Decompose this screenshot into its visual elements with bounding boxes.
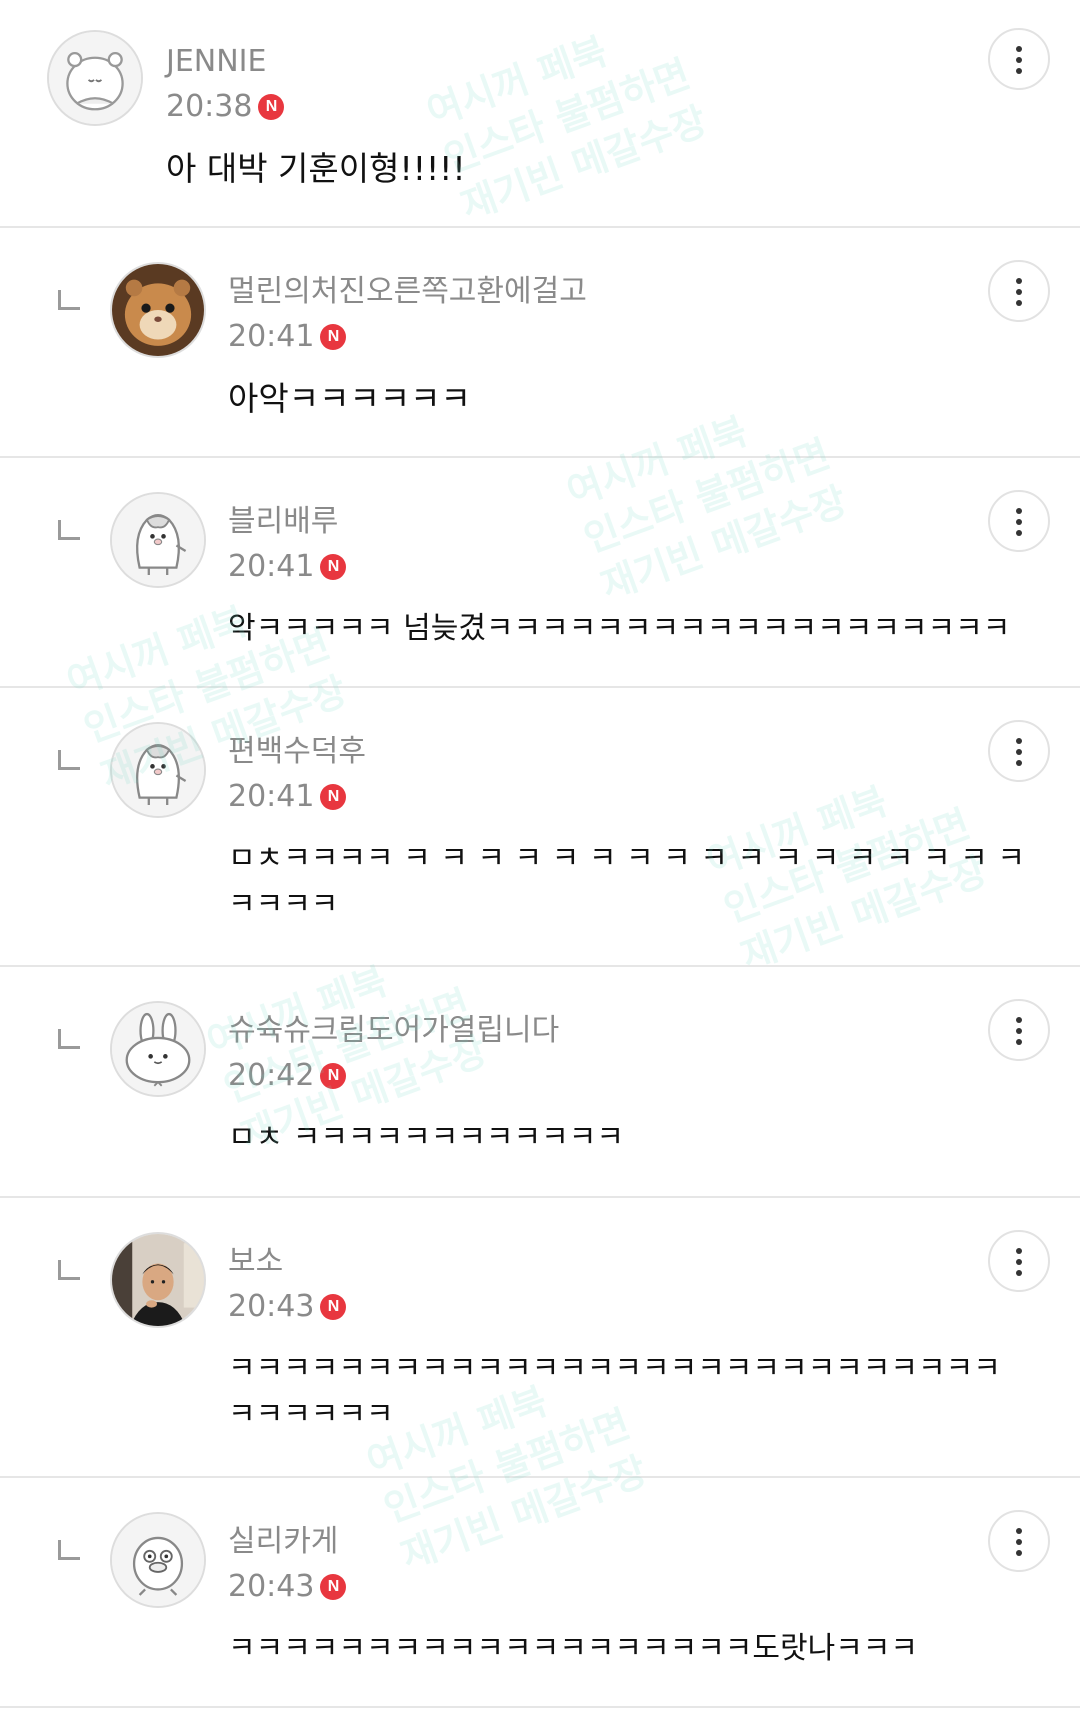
more-vertical-icon xyxy=(1016,738,1022,744)
more-options-button[interactable] xyxy=(988,999,1050,1061)
comment-nickname[interactable]: 슈슉슈크림도어가열립니다 xyxy=(228,1013,559,1049)
more-vertical-icon-dot xyxy=(1016,760,1022,766)
person-photo-avatar-icon xyxy=(112,1234,204,1326)
comment-time: 20:38 xyxy=(166,89,253,124)
more-vertical-icon-dot xyxy=(1016,749,1022,755)
comment-time: 20:42 xyxy=(228,1058,315,1093)
comment-time: 20:43 xyxy=(228,1569,315,1604)
more-options-button[interactable] xyxy=(988,28,1050,90)
comment-nickname[interactable]: 실리카게 xyxy=(228,1524,338,1560)
reply-arrow-icon xyxy=(58,750,80,770)
new-badge-icon: N xyxy=(320,554,347,580)
comment-text: ㅋㅋㅋㅋㅋㅋㅋㅋㅋㅋㅋㅋㅋㅋㅋㅋㅋㅋㅋㅋㅋㅋㅋㅋㅋㅋㅋㅋㅋㅋㅋㅋㅋㅋ xyxy=(228,1351,1001,1432)
comment-feed: JENNIE 20:38 N 아 대박 기훈이형!!!!! 멀린의처진오른쪽고환… xyxy=(0,0,1080,1713)
more-options-button[interactable] xyxy=(988,720,1050,782)
more-options-button[interactable] xyxy=(988,1510,1050,1572)
new-badge-icon: N xyxy=(320,324,347,350)
more-vertical-icon-dot xyxy=(1016,530,1022,536)
avatar[interactable] xyxy=(110,1001,206,1097)
avatar[interactable] xyxy=(110,1512,206,1608)
more-vertical-icon xyxy=(1016,508,1022,514)
reply-arrow-icon xyxy=(58,290,80,310)
comment-nickname[interactable]: 블리배루 xyxy=(228,504,338,540)
comment-meta: 20:38 N xyxy=(166,89,285,125)
penguin-avatar-icon xyxy=(112,724,204,816)
comment-text: 악ㅋㅋㅋㅋㅋ 넘늦겼ㅋㅋㅋㅋㅋㅋㅋㅋㅋㅋㅋㅋㅋㅋㅋㅋㅋㅋㅋ xyxy=(228,611,1011,646)
comment-item: JENNIE 20:38 N 아 대박 기훈이형!!!!! xyxy=(0,0,1080,227)
more-vertical-icon-dot xyxy=(1016,300,1022,306)
comment-meta: 20:42 N xyxy=(228,1058,347,1094)
comment-nickname[interactable]: JENNIE xyxy=(166,44,267,80)
duck-avatar-icon xyxy=(112,1514,204,1606)
more-vertical-icon-dot xyxy=(1016,1039,1022,1045)
comment-meta: 20:43 N xyxy=(228,1569,347,1605)
new-badge-icon: N xyxy=(320,1294,347,1320)
comment-item: 실리카게 20:43 N ㅋㅋㅋㅋㅋㅋㅋㅋㅋㅋㅋㅋㅋㅋㅋㅋㅋㅋㅋ도랏나ㅋㅋㅋ xyxy=(0,1478,1080,1707)
penguin-avatar-icon xyxy=(112,494,204,586)
more-vertical-icon-dot xyxy=(1016,289,1022,295)
reply-arrow-icon xyxy=(58,520,80,540)
reply-arrow-icon xyxy=(58,1029,80,1049)
comment-text: ㅋㅋㅋㅋㅋㅋㅋㅋㅋㅋㅋㅋㅋㅋㅋㅋㅋㅋㅋ도랏나ㅋㅋㅋ xyxy=(228,1631,918,1666)
more-vertical-icon xyxy=(1016,1017,1022,1023)
comment-item: 슈슉슈크림도어가열립니다 20:42 N ㅁㅊ ㅋㅋㅋㅋㅋㅋㅋㅋㅋㅋㅋㅋ xyxy=(0,967,1080,1196)
comment-meta: 20:41 N xyxy=(228,319,347,355)
avatar[interactable] xyxy=(110,262,206,358)
more-vertical-icon-dot xyxy=(1016,1539,1022,1545)
comment-time: 20:41 xyxy=(228,549,315,584)
new-badge-icon: N xyxy=(320,784,347,810)
more-vertical-icon-dot xyxy=(1016,1270,1022,1276)
comment-nickname[interactable]: 편백수덕후 xyxy=(228,734,366,770)
avatar[interactable] xyxy=(110,1232,206,1328)
comment-meta: 20:41 N xyxy=(228,549,347,585)
more-vertical-icon-dot xyxy=(1016,519,1022,525)
more-vertical-icon xyxy=(1016,46,1022,52)
more-vertical-icon-dot xyxy=(1016,1550,1022,1556)
more-vertical-icon xyxy=(1016,278,1022,284)
more-vertical-icon xyxy=(1016,1528,1022,1534)
comment-item: 멀린의처진오른쪽고환에걸고 20:41 N 아악ㅋㅋㅋㅋㅋㅋ xyxy=(0,228,1080,457)
reply-arrow-icon xyxy=(58,1540,80,1560)
comment-text: ㅁㅊㅋㅋㅋㅋ ㅋ ㅋ ㅋ ㅋ ㅋ ㅋ ㅋ ㅋ ㅋ ㅋ ㅋ ㅋ ㅋ ㅋ ㅋ ㅋ ㅋ… xyxy=(228,841,1035,922)
more-vertical-icon-dot xyxy=(1016,68,1022,74)
comment-nickname[interactable]: 보소 xyxy=(228,1244,283,1280)
new-badge-icon: N xyxy=(320,1574,347,1600)
avatar[interactable] xyxy=(47,30,143,126)
more-options-button[interactable] xyxy=(988,260,1050,322)
more-vertical-icon xyxy=(1016,1248,1022,1254)
comment-time: 20:41 xyxy=(228,779,315,814)
new-badge-icon: N xyxy=(258,94,285,120)
comment-text: 아악ㅋㅋㅋㅋㅋㅋ xyxy=(228,379,471,418)
more-options-button[interactable] xyxy=(988,1230,1050,1292)
hamster-photo-avatar-icon xyxy=(112,264,204,356)
new-badge-icon: N xyxy=(320,1063,347,1089)
comment-meta: 20:43 N xyxy=(228,1289,347,1325)
comment-time: 20:41 xyxy=(228,319,315,354)
more-vertical-icon-dot xyxy=(1016,1259,1022,1265)
reply-arrow-icon xyxy=(58,1260,80,1280)
comment-item: 블리배루 20:41 N 악ㅋㅋㅋㅋㅋ 넘늦겼ㅋㅋㅋㅋㅋㅋㅋㅋㅋㅋㅋㅋㅋㅋㅋㅋㅋ… xyxy=(0,458,1080,687)
more-vertical-icon-dot xyxy=(1016,1028,1022,1034)
comment-item: 보소 20:43 N ㅋㅋㅋㅋㅋㅋㅋㅋㅋㅋㅋㅋㅋㅋㅋㅋㅋㅋㅋㅋㅋㅋㅋㅋㅋㅋㅋㅋㅋ… xyxy=(0,1198,1080,1477)
comment-time: 20:43 xyxy=(228,1289,315,1324)
comment-meta: 20:41 N xyxy=(228,779,347,815)
comment-text: 아 대박 기훈이형!!!!! xyxy=(166,149,466,188)
comment-nickname[interactable]: 멀린의처진오른쪽고환에걸고 xyxy=(228,274,587,310)
avatar[interactable] xyxy=(110,492,206,588)
hamster-avatar-icon xyxy=(49,32,141,124)
comment-item: 편백수덕후 20:41 N ㅁㅊㅋㅋㅋㅋ ㅋ ㅋ ㅋ ㅋ ㅋ ㅋ ㅋ ㅋ ㅋ ㅋ… xyxy=(0,688,1080,966)
rabbit-avatar-icon xyxy=(112,1003,204,1095)
more-options-button[interactable] xyxy=(988,490,1050,552)
comment-text: ㅁㅊ ㅋㅋㅋㅋㅋㅋㅋㅋㅋㅋㅋㅋ xyxy=(228,1120,624,1155)
avatar[interactable] xyxy=(110,722,206,818)
more-vertical-icon-dot xyxy=(1016,57,1022,63)
divider xyxy=(0,1706,1080,1708)
